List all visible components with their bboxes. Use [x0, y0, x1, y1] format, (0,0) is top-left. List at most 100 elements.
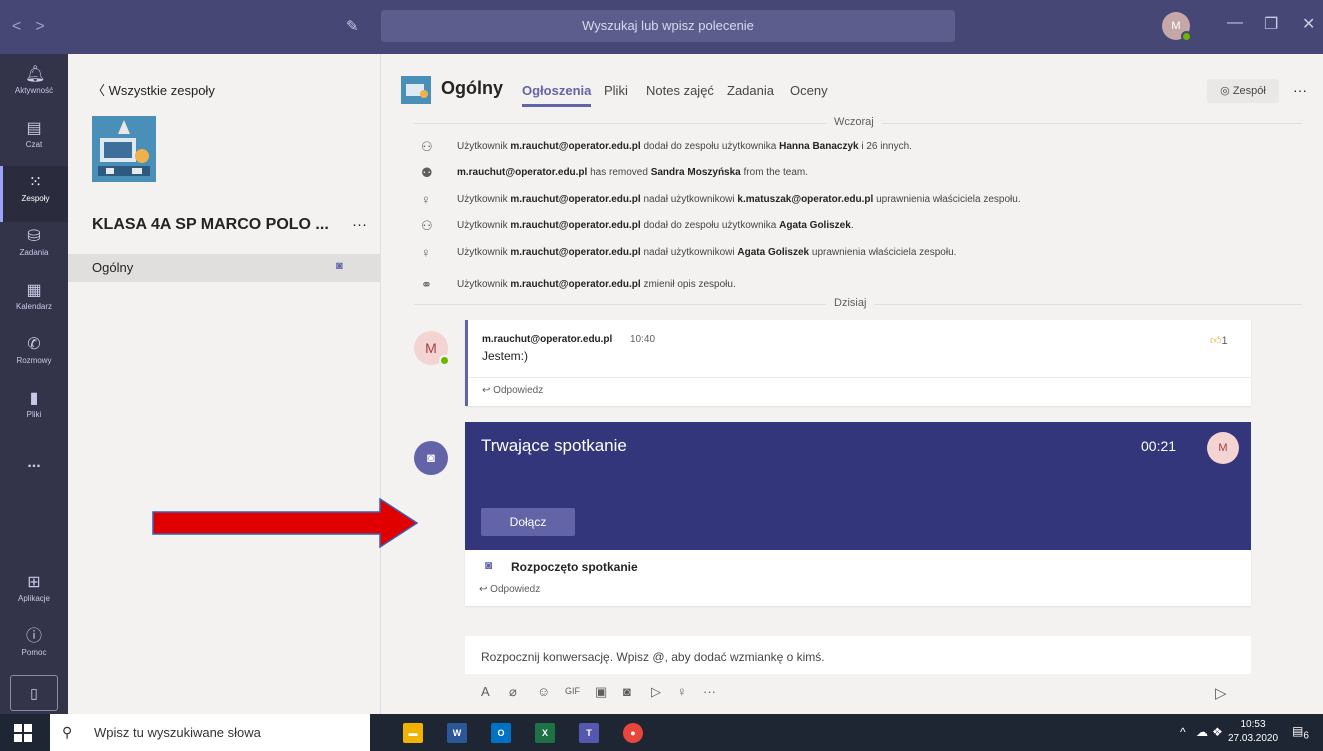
team-edit-icon: ⚭ — [421, 277, 432, 292]
remove-user-icon: ⚉ — [421, 165, 433, 180]
more-options-icon[interactable]: ··· — [703, 684, 716, 699]
taskbar-clock[interactable]: 10:53 27.03.2020 — [1228, 718, 1278, 746]
compose-box[interactable]: Rozpocznij konwersację. Wpisz @, aby dod… — [465, 636, 1251, 676]
chrome-icon[interactable]: ● — [623, 723, 643, 743]
channel-header: Ogólny Ogłoszenia Pliki Notes zajęć Zada… — [381, 54, 1323, 112]
team-panel: 〈 Wszystkie zespoły KLASA 4A SP MARCO PO… — [68, 54, 381, 714]
rail-item-assignments[interactable]: ⛁ Zadania — [0, 220, 68, 276]
team-name: KLASA 4A SP MARCO POLO ... — [92, 216, 329, 233]
rail-item-more[interactable]: ... — [0, 446, 68, 502]
tab-posts[interactable]: Ogłoszenia — [522, 83, 592, 107]
word-icon[interactable]: W — [447, 723, 467, 743]
message-time: 10:40 — [630, 334, 656, 345]
bell-icon: 🔔︎ — [25, 66, 46, 83]
notifications-icon[interactable]: ▤6 — [1292, 724, 1310, 741]
file-explorer-icon[interactable]: ▬ — [403, 723, 423, 743]
activity-item: ⚇ Użytkownik m.rauchut@operator.edu.pl do… — [421, 139, 912, 154]
tab-assignments[interactable]: Zadania — [727, 83, 774, 98]
rail-item-apps[interactable]: ⊞ Aplikacje — [0, 566, 68, 622]
rail-item-activity[interactable]: 🔔︎ Aktywność — [0, 58, 68, 114]
teams-window: <> ✎ Wyszukaj lub wpisz polecenie M — ❐ … — [0, 0, 1323, 714]
phone-device-icon: ▯ — [30, 685, 38, 701]
forward-arrow-icon[interactable]: > — [35, 18, 58, 35]
help-icon: ⓘ — [25, 628, 42, 645]
profile-avatar[interactable]: M — [1162, 12, 1192, 42]
reply-button[interactable]: ↩ Odpowiedz — [482, 385, 543, 396]
tab-files[interactable]: Pliki — [604, 83, 628, 98]
reply-button[interactable]: ↩ Odpowiedz — [479, 584, 540, 595]
meeting-title: Trwające spotkanie — [481, 436, 627, 455]
join-meeting-button[interactable]: Dołącz — [481, 508, 575, 536]
new-chat-icon[interactable]: ✎ — [346, 17, 362, 35]
meeting-icon: ◙ — [414, 441, 448, 475]
nav-arrows[interactable]: <> — [12, 18, 59, 36]
meeting-camera-icon: ◙ — [336, 260, 343, 272]
team-button[interactable]: ◎ Zespół — [1207, 79, 1279, 103]
outlook-icon[interactable]: O — [491, 723, 511, 743]
channel-title: Ogólny — [441, 78, 503, 98]
send-icon[interactable]: ▷ — [1215, 684, 1227, 702]
dropbox-icon[interactable]: ❖ — [1212, 725, 1223, 739]
mobile-app-button[interactable]: ▯ — [10, 675, 58, 711]
team-picture — [92, 116, 156, 182]
rail-item-calendar[interactable]: ▦ Kalendarz — [0, 274, 68, 330]
team-more-button[interactable]: ··· — [352, 216, 367, 233]
activity-item: ♀ Użytkownik m.rauchut@operator.edu.pl na… — [421, 192, 1021, 207]
meeting-started-label: Rozpoczęto spotkanie — [511, 560, 638, 574]
taskbar-search-input[interactable]: ⚲ Wpisz tu wyszukiwane słowa — [50, 714, 370, 751]
teams-taskbar-icon[interactable]: T — [579, 723, 599, 743]
activity-item: ⚉ m.rauchut@operator.edu.pl has removed S… — [421, 165, 808, 180]
maximize-icon[interactable]: ❐ — [1264, 14, 1278, 34]
meet-now-icon[interactable]: ◙ — [623, 684, 631, 699]
message-body: Jestem:) — [482, 349, 529, 363]
compose-placeholder: Rozpocznij konwersację. Wpisz @, aby dod… — [481, 650, 825, 664]
chevron-left-icon: 〈 — [92, 83, 109, 98]
command-search-input[interactable]: Wyszukaj lub wpisz polecenie — [381, 10, 955, 42]
rail-item-chat[interactable]: ▤ Czat — [0, 112, 68, 168]
participant-avatar[interactable]: M — [1207, 432, 1239, 464]
teams-icon: ⁙ — [28, 174, 43, 191]
praise-icon[interactable]: ♀ — [677, 684, 687, 699]
rail-item-calls[interactable]: ✆ Rozmowy — [0, 328, 68, 384]
meeting-started-footer: ◙ Rozpoczęto spotkanie ↩ Odpowiedz — [465, 550, 1251, 606]
eye-icon: ◎ — [1220, 85, 1233, 97]
more-icon: ... — [27, 454, 41, 471]
message-author[interactable]: m.rauchut@operator.edu.pl — [482, 334, 612, 345]
channel-item-general[interactable]: Ogólny ◙ — [68, 254, 380, 282]
assignments-icon: ⛁ — [27, 228, 41, 245]
windows-start-icon[interactable] — [14, 724, 32, 742]
activity-item: ♀ Użytkownik m.rauchut@operator.edu.pl na… — [421, 245, 957, 260]
all-teams-link[interactable]: 〈 Wszystkie zespoły — [92, 80, 215, 99]
ongoing-meeting-card: Trwające spotkanie 00:21 M Dołącz — [465, 422, 1251, 550]
sticker-icon[interactable]: ▣ — [595, 684, 607, 700]
thumbs-up-icon: 👍︎ — [1210, 335, 1222, 347]
gif-icon[interactable]: GIF — [565, 686, 580, 696]
rail-item-teams[interactable]: ⁙ Zespoły — [0, 166, 68, 222]
header-more-button[interactable]: ··· — [1293, 82, 1307, 98]
tab-class-notebook[interactable]: Notes zajęć — [646, 83, 714, 98]
calendar-icon: ▦ — [26, 282, 42, 299]
rail-item-files[interactable]: ▮ Pliki — [0, 382, 68, 438]
date-separator: Wczoraj — [414, 116, 1302, 130]
activity-item: ⚇ Użytkownik m.rauchut@operator.edu.pl do… — [421, 218, 854, 233]
rail-item-help[interactable]: ⓘ Pomoc — [0, 620, 68, 676]
tab-grades[interactable]: Oceny — [790, 83, 828, 98]
owner-icon: ♀ — [421, 245, 431, 260]
search-icon: ⚲ — [62, 724, 73, 740]
windows-taskbar: ⚲ Wpisz tu wyszukiwane słowa ▬ W O X T ●… — [0, 714, 1323, 751]
excel-icon[interactable]: X — [535, 723, 555, 743]
back-arrow-icon[interactable]: < — [12, 18, 35, 35]
presence-available-icon — [1181, 31, 1192, 42]
app-bar: 🔔︎ Aktywność ▤ Czat ⁙ Zespoły ⛁ Zadania ▦ Kal… — [0, 54, 68, 714]
minimize-icon[interactable]: — — [1227, 14, 1243, 32]
stream-icon[interactable]: ▷ — [651, 684, 661, 700]
like-reaction[interactable]: 👍︎1 — [1210, 334, 1228, 347]
add-user-icon: ⚇ — [421, 139, 433, 154]
attach-icon[interactable]: ⌀ — [509, 684, 517, 700]
tray-chevron-icon[interactable]: ^ — [1180, 725, 1186, 739]
emoji-icon[interactable]: ☺ — [537, 684, 550, 699]
cloud-icon[interactable]: ☁ — [1196, 725, 1208, 739]
author-avatar[interactable]: M — [414, 331, 450, 366]
close-icon[interactable]: ✕ — [1302, 14, 1315, 34]
format-icon[interactable]: A — [481, 684, 490, 699]
